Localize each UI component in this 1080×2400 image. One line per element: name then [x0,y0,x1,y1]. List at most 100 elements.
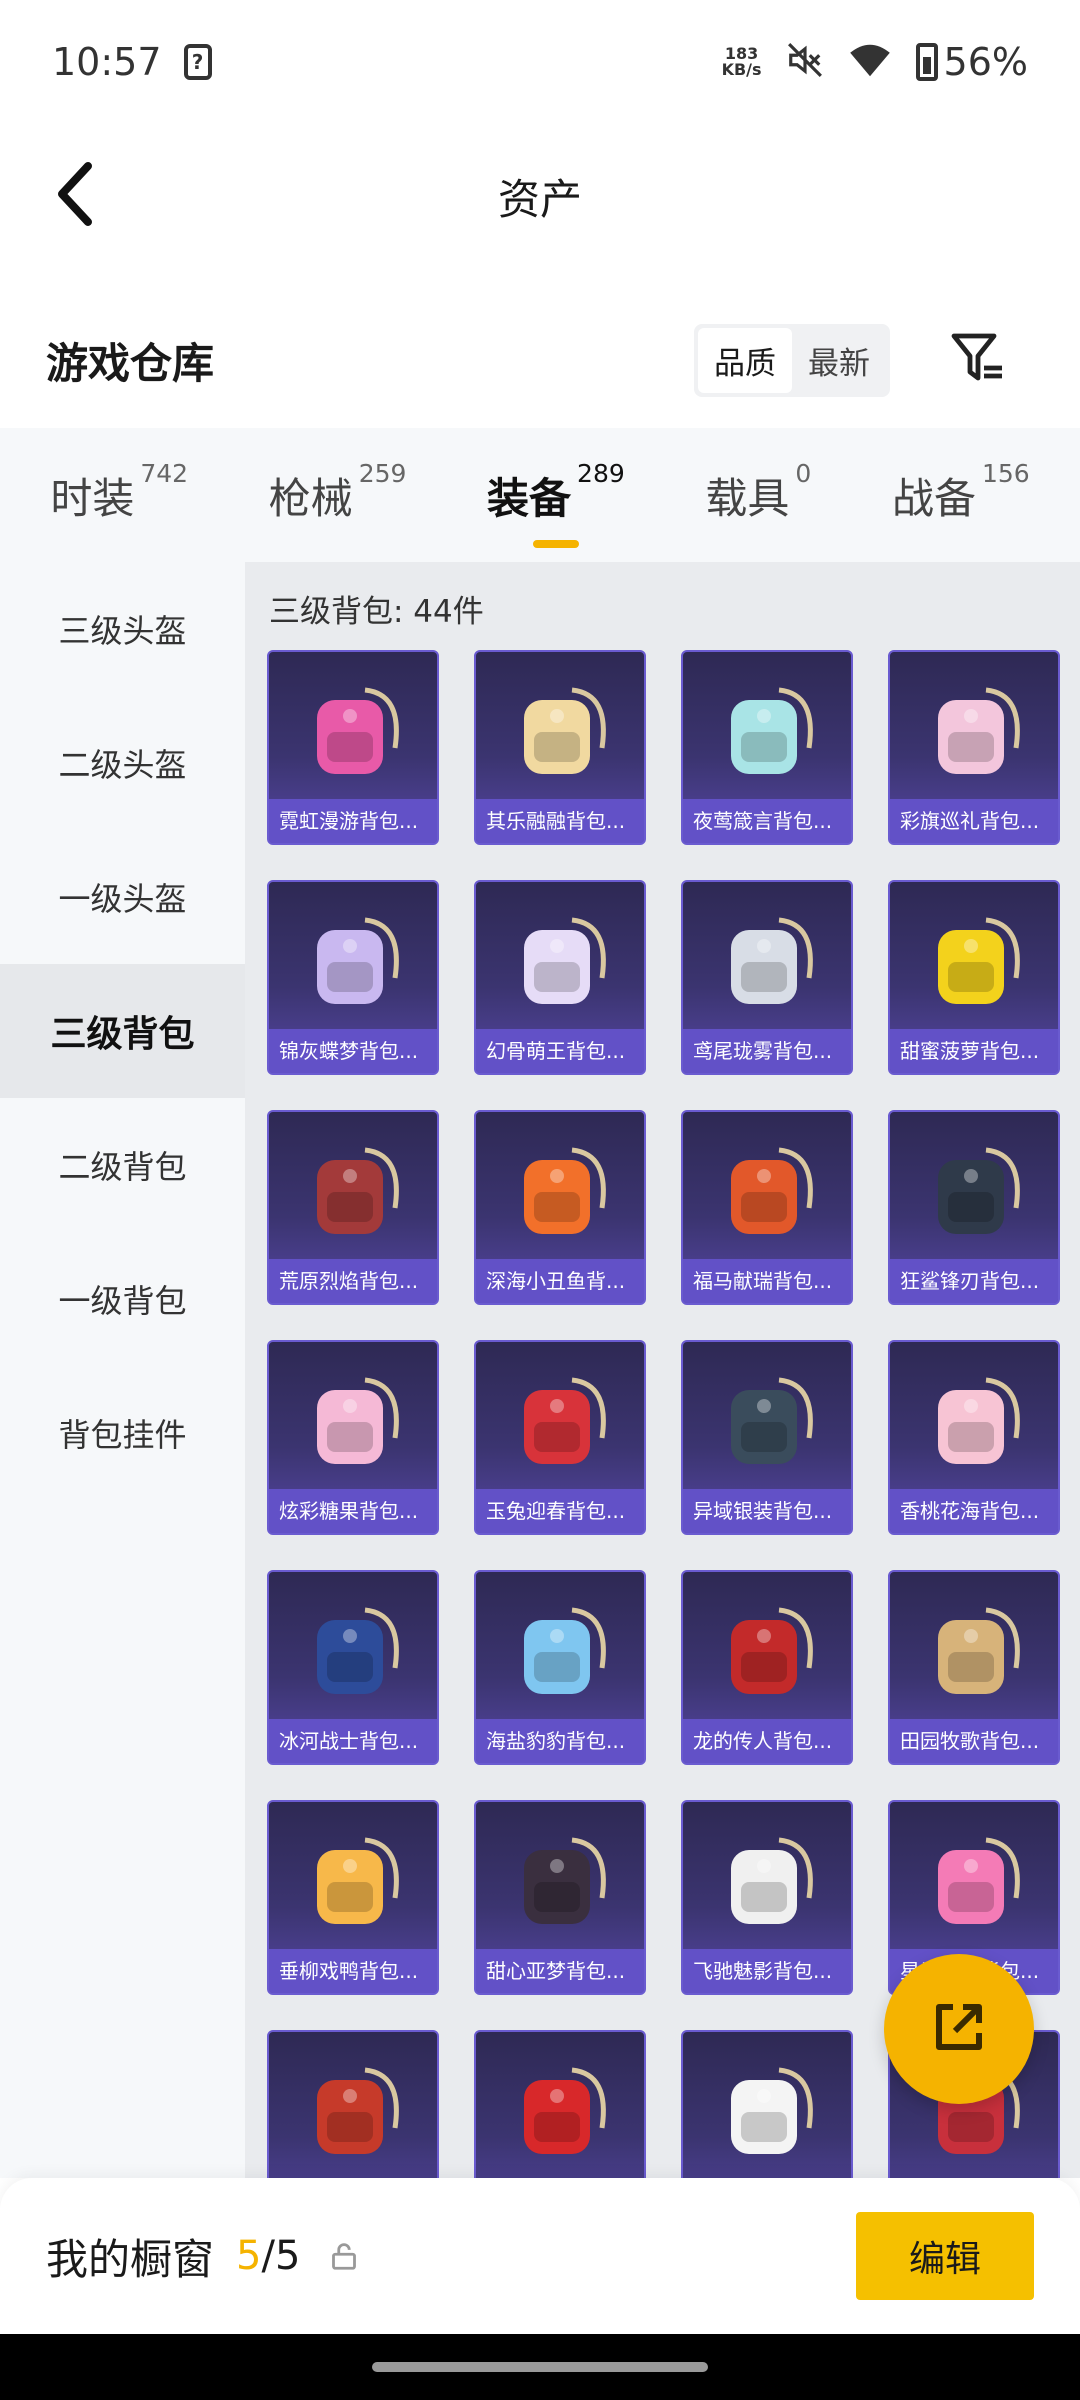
system-nav-bar [0,2334,1080,2400]
sidebar-item-backpack-charm[interactable]: 背包挂件 [0,1366,245,1500]
backpack-card[interactable] [681,2030,853,2178]
backpack-image [938,917,1020,1004]
backpack-card[interactable]: 彩旗巡礼背包... [888,650,1060,845]
home-indicator[interactable] [372,2362,708,2372]
backpack-card[interactable]: 锦灰蝶梦背包... [267,880,439,1075]
backpack-card[interactable] [474,2030,646,2178]
backpack-card[interactable]: 龙的传人背包... [681,1570,853,1765]
item-list-panel[interactable]: 三级背包: 44件 霓虹漫游背包... 其乐融融背包... 夜莺箴言背包... 彩旗巡… [245,562,1080,2178]
backpack-name: 炫彩糖果背包... [269,1489,437,1533]
backpack-image [524,1837,606,1924]
edit-button[interactable]: 编辑 [856,2212,1034,2300]
backpack-name: 田园牧歌背包... [890,1719,1058,1763]
sidebar-item-backpack-lv1[interactable]: 一级背包 [0,1232,245,1366]
backpack-image [938,1377,1020,1464]
section-header: 游戏仓库 品质 最新 [0,300,1080,420]
backpack-card[interactable]: 冰河战士背包... [267,1570,439,1765]
backpack-card[interactable]: 甜蜜菠萝背包... [888,880,1060,1075]
back-button[interactable] [40,160,112,232]
sidebar-item-backpack-lv2[interactable]: 二级背包 [0,1098,245,1232]
showcase-count-total: 5 [274,2233,301,2279]
tab-label: 枪械 [268,473,353,523]
tab-vehicles[interactable]: 载具 0 [705,459,811,526]
backpack-card[interactable]: 异域银装背包... [681,1340,853,1535]
backpack-card[interactable]: 飞驰魅影背包... [681,1800,853,1995]
section-title: 游戏仓库 [46,338,215,388]
backpack-card[interactable]: 玉兔迎春背包... [474,1340,646,1535]
item-grid: 霓虹漫游背包... 其乐融融背包... 夜莺箴言背包... 彩旗巡礼背包... 锦灰蝶梦… [267,650,1060,2178]
backpack-image [317,1377,399,1464]
backpack-image [731,1377,813,1464]
backpack-card[interactable]: 田园牧歌背包... [888,1570,1060,1765]
tab-label: 载具 [705,473,790,523]
backpack-image [317,1147,399,1234]
backpack-name: 幻骨萌王背包... [476,1029,644,1073]
backpack-name: 飞驰魅影背包... [683,1949,851,1993]
backpack-name: 鸢尾珑雾背包... [683,1029,851,1073]
backpack-card[interactable]: 夜莺箴言背包... [681,650,853,845]
status-time: 10:57 [52,40,162,84]
tab-label: 战备 [891,473,976,523]
backpack-image [524,1607,606,1694]
battery-percent: 56% [943,40,1028,84]
showcase-count-separator: / [261,2233,275,2279]
sidebar-item-backpack-lv3[interactable]: 三级背包 [0,964,245,1098]
backpack-image [524,917,606,1004]
backpack-card[interactable]: 炫彩糖果背包... [267,1340,439,1535]
backpack-card[interactable] [267,2030,439,2178]
sort-option-quality[interactable]: 品质 [698,327,792,393]
backpack-card[interactable]: 甜心亚梦背包... [474,1800,646,1995]
backpack-card[interactable]: 霓虹漫游背包... [267,650,439,845]
wifi-icon [848,42,892,82]
tab-fashion[interactable]: 时装 742 [50,459,188,526]
backpack-image [731,1837,813,1924]
tab-count: 259 [358,458,407,488]
battery: 56% [915,40,1028,84]
backpack-name: 垂柳戏鸭背包... [269,1949,437,1993]
showcase-count: 5/5 [236,2233,300,2279]
backpack-card[interactable]: 其乐融融背包... [474,650,646,845]
backpack-image [938,1607,1020,1694]
tab-firearms[interactable]: 枪械 259 [268,459,407,526]
tab-count: 156 [981,458,1030,488]
battery-charging-icon [915,43,938,81]
backpack-name: 龙的传人背包... [683,1719,851,1763]
sort-option-latest[interactable]: 最新 [792,328,886,393]
backpack-card[interactable]: 垂柳戏鸭背包... [267,1800,439,1995]
backpack-image [731,917,813,1004]
backpack-name: 玉兔迎春背包... [476,1489,644,1533]
backpack-name: 冰河战士背包... [269,1719,437,1763]
backpack-card[interactable]: 荒原烈焰背包... [267,1110,439,1305]
filter-icon [950,330,1006,390]
tab-count: 742 [140,458,189,488]
backpack-image [938,1837,1020,1924]
sim-question-icon: ? [183,44,212,80]
sidebar-item-helmet-lv1[interactable]: 一级头盔 [0,830,245,964]
showcase-label: 我的橱窗 [46,2234,215,2284]
back-arrow-icon [56,162,96,230]
mute-icon [786,41,824,83]
backpack-card[interactable]: 香桃花海背包... [888,1340,1060,1535]
backpack-image [731,2067,813,2154]
share-button[interactable] [884,1954,1034,2104]
backpack-name: 锦灰蝶梦背包... [269,1029,437,1073]
backpack-card[interactable]: 狂鲨锋刃背包... [888,1110,1060,1305]
status-bar: 10:57 ? 183 KB/s 56% [0,0,1080,124]
backpack-card[interactable]: 海盐豹豹背包... [474,1570,646,1765]
subcategory-sidebar: 三级头盔 二级头盔 一级头盔 三级背包 二级背包 一级背包 背包挂件 [0,562,245,2178]
sidebar-item-helmet-lv3[interactable]: 三级头盔 [0,562,245,696]
backpack-name: 海盐豹豹背包... [476,1719,644,1763]
backpack-name: 甜蜜菠萝背包... [890,1029,1058,1073]
backpack-name: 彩旗巡礼背包... [890,799,1058,843]
backpack-card[interactable]: 福马献瑞背包... [681,1110,853,1305]
page-title: 资产 [497,174,582,224]
backpack-image [938,1147,1020,1234]
filter-button[interactable] [946,328,1010,392]
sidebar-item-helmet-lv2[interactable]: 二级头盔 [0,696,245,830]
tab-supplies[interactable]: 战备 156 [891,459,1030,526]
backpack-card[interactable]: 幻骨萌王背包... [474,880,646,1075]
backpack-card[interactable]: 鸢尾珑雾背包... [681,880,853,1075]
tab-label: 时装 [50,473,135,523]
tab-equipment[interactable]: 装备 289 [487,459,625,548]
backpack-card[interactable]: 深海小丑鱼背... [474,1110,646,1305]
